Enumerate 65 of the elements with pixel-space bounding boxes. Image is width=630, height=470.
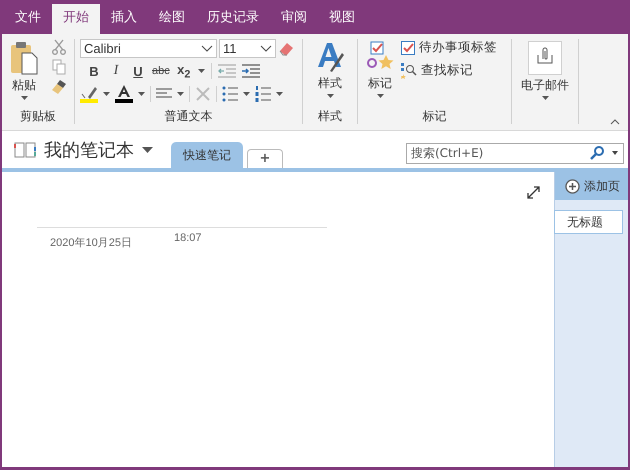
align-left-icon[interactable] (156, 88, 172, 100)
font-name-field[interactable]: Calibri (80, 39, 217, 58)
expand-icon[interactable] (527, 186, 540, 199)
caret-icon (376, 94, 384, 98)
page-date: 2020年10月25日 (50, 236, 133, 250)
caret-icon (20, 96, 28, 100)
notebook-selector[interactable]: 我的笔记本 (14, 138, 153, 162)
checkbox-icon (401, 40, 415, 54)
collapse-ribbon-icon[interactable] (610, 119, 620, 125)
caret-icon (243, 92, 250, 96)
caret-icon (326, 94, 334, 98)
indent-icon[interactable] (242, 64, 260, 78)
section-tab[interactable]: 快速笔记 (171, 142, 243, 168)
tag-button[interactable]: 标记 (363, 39, 397, 108)
page-time: 18:07 (174, 232, 202, 246)
chevron-icon (201, 45, 213, 52)
menu-tab[interactable]: 开始 (52, 4, 100, 34)
clipboard-icon (10, 41, 38, 75)
group-label: 样式 (317, 108, 343, 124)
caret-icon (276, 92, 283, 96)
caret-icon (142, 147, 153, 153)
menu-tab[interactable]: 审阅 (270, 4, 318, 34)
caret-icon (542, 96, 548, 100)
page-tab[interactable]: 无标题 (554, 210, 623, 234)
attachment-icon (528, 41, 562, 75)
styles-button[interactable]: 样式 (313, 39, 347, 108)
add-section-tab[interactable]: + (247, 149, 283, 168)
menu-tab[interactable]: 绘图 (148, 4, 196, 34)
caret-icon (198, 69, 205, 74)
notebook-icon (14, 142, 36, 158)
find-tags-icon (401, 62, 417, 78)
group-label: 剪贴板 (19, 108, 57, 124)
numbered-list-icon[interactable] (255, 86, 271, 102)
menu-tab[interactable]: 文件 (4, 4, 52, 34)
plus-circle-icon (565, 178, 580, 194)
menu-tab[interactable]: 历史记录 (196, 4, 270, 34)
font-size-field[interactable]: 11 (219, 39, 276, 58)
chevron-icon (260, 45, 272, 52)
format-button[interactable]: abc (152, 65, 170, 78)
search-field[interactable]: 搜索(Ctrl+E) (406, 142, 624, 164)
format-button[interactable]: U (130, 64, 146, 79)
email-button[interactable]: 电子邮件 (518, 39, 572, 124)
paintbrush-icon (316, 41, 344, 73)
scissors-icon[interactable] (52, 39, 66, 55)
group-label: 普通文本 (164, 108, 214, 124)
format-button[interactable]: B (86, 64, 102, 79)
format-button[interactable]: I (108, 63, 124, 80)
format-painter-icon[interactable] (51, 79, 67, 95)
font-color-icon[interactable] (115, 84, 133, 103)
add-page-button[interactable]: 添加页 (555, 172, 628, 200)
find-tags-button[interactable]: 查找标记 (401, 62, 473, 79)
highlighter-icon[interactable] (80, 84, 98, 103)
eraser-icon[interactable] (278, 40, 294, 56)
caret-icon (177, 92, 184, 96)
caret-icon (138, 92, 145, 96)
todo-tag-button[interactable]: 待办事项标签 (401, 39, 497, 56)
paste-button[interactable]: 粘贴 (7, 39, 41, 108)
bullet-list-icon[interactable] (222, 86, 238, 102)
search-icon[interactable] (590, 146, 604, 160)
menu-tab[interactable]: 插入 (100, 4, 148, 34)
group-label: 标记 (422, 108, 448, 124)
format-button[interactable]: x$_{2}$ (176, 62, 192, 81)
caret-icon[interactable] (612, 151, 618, 155)
caret-icon (103, 92, 110, 96)
menu-tab[interactable]: 视图 (318, 4, 366, 34)
